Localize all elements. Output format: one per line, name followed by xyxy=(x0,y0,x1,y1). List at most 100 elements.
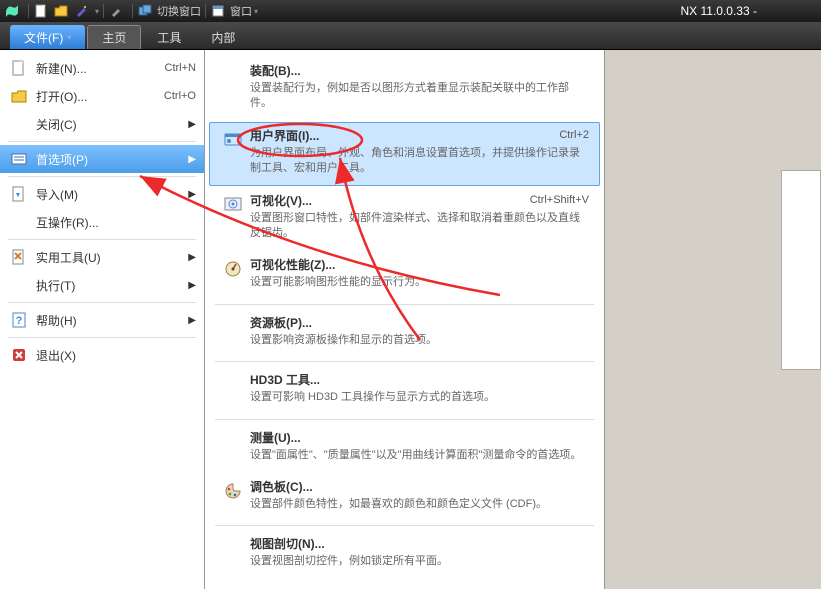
menu-label: 帮助(H) xyxy=(36,312,188,329)
dropdown-icon[interactable]: ▾ xyxy=(254,7,258,16)
submenu-separator xyxy=(215,304,594,305)
submenu-arrow-icon: ▶ xyxy=(188,252,196,263)
menu-utilities[interactable]: 实用工具(U) ▶ xyxy=(0,243,204,271)
tab-label: 内部 xyxy=(211,29,235,46)
submenu-separator xyxy=(215,361,594,362)
sub-desc: 设置"面属性"、"质量属性"以及"用曲线计算面积"测量命令的首选项。 xyxy=(250,448,589,463)
tab-internal[interactable]: 内部 xyxy=(197,25,249,49)
dropdown-icon[interactable]: ▾ xyxy=(95,7,99,16)
submenu-arrow-icon: ▶ xyxy=(188,189,196,200)
menu-label: 打开(O)... xyxy=(36,88,164,105)
menu-preferences[interactable]: 首选项(P) ▶ xyxy=(0,145,204,173)
tab-label: 主页 xyxy=(102,29,126,46)
sub-title: 可视化性能(Z)... xyxy=(250,256,335,273)
sub-desc: 设置图形窗口特性，如部件渲染样式、选择和取消着重颜色以及直线反锯齿。 xyxy=(250,211,589,242)
sub-title: 调色板(C)... xyxy=(250,478,313,495)
palette-icon xyxy=(220,480,246,500)
menu-label: 互操作(R)... xyxy=(36,214,196,231)
title-bar: ▾ 切换窗口 窗口 ▾ NX 11.0.0.33 - xyxy=(0,0,821,22)
menu-import[interactable]: 导入(M) ▶ xyxy=(0,180,204,208)
sub-shortcut: Ctrl+2 xyxy=(559,129,589,141)
menu-label: 新建(N)... xyxy=(36,60,165,77)
menu-separator xyxy=(8,141,196,142)
tab-file[interactable]: 文件(F) ▾ xyxy=(10,25,85,49)
menu-exit[interactable]: 退出(X) xyxy=(0,341,204,369)
sub-measure[interactable]: 测量(U)... 设置"面属性"、"质量属性"以及"用曲线计算面积"测量命令的首… xyxy=(209,424,600,472)
menu-open[interactable]: 打开(O)... Ctrl+O xyxy=(0,82,204,110)
menu-execute[interactable]: 执行(T) ▶ xyxy=(0,271,204,299)
window-icon[interactable] xyxy=(210,3,226,19)
preferences-submenu: 装配(B)... 设置装配行为，例如是否以图形方式着重显示装配关联中的工作部件。… xyxy=(205,50,605,589)
sub-title: 测量(U)... xyxy=(250,429,301,446)
menu-label: 实用工具(U) xyxy=(36,249,188,266)
app-title: NX 11.0.0.33 - xyxy=(681,4,758,18)
sub-title: 装配(B)... xyxy=(250,62,301,79)
brush-icon[interactable] xyxy=(108,3,124,19)
sub-shortcut: Ctrl+Shift+V xyxy=(530,194,589,206)
sub-visual-performance[interactable]: 可视化性能(Z)... 设置可能影响图形性能的显示行为。 xyxy=(209,251,600,299)
windows-icon[interactable] xyxy=(137,3,153,19)
blank-icon xyxy=(8,213,30,231)
menu-separator xyxy=(8,239,196,240)
app-icon xyxy=(4,3,20,19)
tab-home[interactable]: 主页 xyxy=(87,25,141,49)
sub-title: 资源板(P)... xyxy=(250,314,312,331)
visual-icon xyxy=(220,194,246,214)
open-icon xyxy=(8,87,30,105)
submenu-arrow-icon: ▶ xyxy=(188,315,196,326)
menu-interop[interactable]: 互操作(R)... xyxy=(0,208,204,236)
new-icon xyxy=(8,59,30,77)
sub-visualization[interactable]: 可视化(V)... Ctrl+Shift+V 设置图形窗口特性，如部件渲染样式、… xyxy=(209,187,600,251)
utilities-icon xyxy=(8,248,30,266)
submenu-arrow-icon: ▶ xyxy=(188,154,196,165)
menu-close[interactable]: 关闭(C) ▶ xyxy=(0,110,204,138)
sub-title: 可视化(V)... xyxy=(250,192,312,209)
blank-icon xyxy=(220,64,246,84)
tab-tools[interactable]: 工具 xyxy=(143,25,195,49)
switch-window-label[interactable]: 切换窗口 xyxy=(157,3,201,19)
menu-separator xyxy=(8,337,196,338)
content-area xyxy=(605,50,821,589)
sub-title: 用户界面(I)... xyxy=(250,127,319,144)
toolbar-separator xyxy=(205,4,206,18)
submenu-arrow-icon: ▶ xyxy=(188,280,196,291)
side-panel xyxy=(781,170,821,370)
svg-text:?: ? xyxy=(16,315,23,327)
sub-desc: 设置可影响 HD3D 工具操作与显示方式的首选项。 xyxy=(250,390,589,405)
menu-new[interactable]: 新建(N)... Ctrl+N xyxy=(0,54,204,82)
sub-hd3d[interactable]: HD3D 工具... 设置可影响 HD3D 工具操作与显示方式的首选项。 xyxy=(209,366,600,414)
sub-desc: 设置影响资源板操作和显示的首选项。 xyxy=(250,333,589,348)
exit-icon xyxy=(8,346,30,364)
toolbar-separator xyxy=(132,4,133,18)
help-icon: ? xyxy=(8,311,30,329)
wizard-icon[interactable] xyxy=(73,3,89,19)
submenu-separator xyxy=(215,419,594,420)
menu-shortcut: Ctrl+O xyxy=(164,90,196,102)
submenu-arrow-icon: ▶ xyxy=(188,119,196,130)
blank-icon xyxy=(8,115,30,133)
blank-icon xyxy=(220,316,246,336)
menu-separator xyxy=(8,176,196,177)
menu-label: 首选项(P) xyxy=(36,151,188,168)
tab-label: 文件(F) xyxy=(24,29,63,46)
menu-label: 导入(M) xyxy=(36,186,188,203)
import-icon xyxy=(8,185,30,203)
sub-resource-bar[interactable]: 资源板(P)... 设置影响资源板操作和显示的首选项。 xyxy=(209,309,600,357)
file-menu: 新建(N)... Ctrl+N 打开(O)... Ctrl+O 关闭(C) ▶ … xyxy=(0,50,205,589)
window-label[interactable]: 窗口 xyxy=(230,3,252,19)
sub-desc: 设置装配行为，例如是否以图形方式着重显示装配关联中的工作部件。 xyxy=(250,81,589,112)
preferences-icon xyxy=(8,150,30,168)
sub-desc: 设置可能影响图形性能的显示行为。 xyxy=(250,275,589,290)
menu-shortcut: Ctrl+N xyxy=(165,62,196,74)
open-folder-icon[interactable] xyxy=(53,3,69,19)
menu-help[interactable]: ? 帮助(H) ▶ xyxy=(0,306,204,334)
sub-view-section[interactable]: 视图剖切(N)... 设置视图剖切控件，例如锁定所有平面。 xyxy=(209,530,600,578)
new-doc-icon[interactable] xyxy=(33,3,49,19)
sub-desc: 为用户界面布局、外观、角色和消息设置首选项，并提供操作记录录制工具、宏和用户工具… xyxy=(250,146,589,177)
sub-user-interface[interactable]: 用户界面(I)... Ctrl+2 为用户界面布局、外观、角色和消息设置首选项，… xyxy=(209,122,600,186)
menu-separator xyxy=(8,302,196,303)
ribbon-tabbar: 文件(F) ▾ 主页 工具 内部 xyxy=(0,22,821,50)
sub-palette[interactable]: 调色板(C)... 设置部件颜色特性，如最喜欢的颜色和颜色定义文件 (CDF)。 xyxy=(209,473,600,521)
sub-assembly[interactable]: 装配(B)... 设置装配行为，例如是否以图形方式着重显示装配关联中的工作部件。 xyxy=(209,57,600,121)
tab-label: 工具 xyxy=(157,29,181,46)
